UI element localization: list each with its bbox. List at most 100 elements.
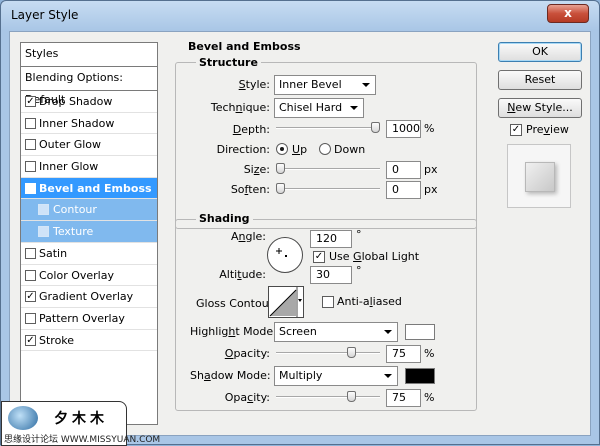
shadow-mode-label: Shadow Mode: — [190, 369, 271, 382]
style-item-outer-glow[interactable]: Outer Glow — [21, 134, 157, 157]
style-item-gradient-overlay[interactable]: ✓ Gradient Overlay — [21, 286, 157, 308]
style-item-drop-shadow[interactable]: ✓ Drop Shadow — [21, 91, 157, 113]
size-slider-thumb[interactable] — [276, 163, 285, 174]
depth-slider[interactable] — [276, 122, 380, 133]
highlight-mode-value: Screen — [279, 325, 317, 338]
gloss-contour-picker[interactable] — [268, 286, 304, 318]
style-checkbox[interactable] — [25, 161, 36, 173]
style-checkbox[interactable]: ✓ — [25, 291, 36, 303]
shadow-opacity-input[interactable]: 75 — [386, 389, 421, 407]
new-style-button[interactable]: New Style... — [498, 98, 582, 118]
use-global-light-checkbox[interactable]: ✓ — [313, 251, 325, 263]
style-checkbox[interactable]: ✓ — [25, 182, 36, 194]
shading-title: Shading — [196, 212, 253, 225]
highlight-opacity-slider-thumb[interactable] — [347, 347, 356, 358]
technique-dropdown[interactable]: Chisel Hard — [274, 98, 364, 118]
style-checkbox[interactable] — [25, 139, 36, 151]
style-item-inner-shadow[interactable]: Inner Shadow — [21, 113, 157, 135]
style-dropdown[interactable]: Inner Bevel — [274, 75, 376, 95]
direction-down-radio[interactable] — [319, 143, 331, 155]
style-checkbox[interactable] — [25, 247, 36, 259]
anti-aliased-checkbox[interactable] — [322, 296, 334, 308]
direction-label: Direction: — [216, 143, 270, 156]
shadow-opacity-slider-thumb[interactable] — [347, 391, 356, 402]
style-item-label: Texture — [53, 225, 94, 239]
style-item-satin[interactable]: Satin — [21, 243, 157, 265]
watermark-badge: 夕木木 思缘设计论坛 WWW.MISSYUAN.COM — [1, 401, 160, 446]
reset-button[interactable]: Reset — [498, 70, 582, 90]
highlight-opacity-slider[interactable] — [276, 347, 380, 358]
soften-slider[interactable] — [276, 183, 380, 194]
layer-style-window: Layer Style x Styles Blending Options: D… — [0, 0, 600, 446]
highlight-mode-label: Highlight Mode: — [190, 325, 277, 338]
angle-input[interactable]: 120 — [310, 230, 352, 248]
watermark-brand: 夕木木 — [54, 411, 108, 427]
ok-button[interactable]: OK — [498, 42, 582, 62]
angle-dial[interactable] — [267, 237, 303, 273]
shadow-mode-dropdown[interactable]: Multiply — [274, 366, 398, 386]
highlight-color-swatch[interactable] — [405, 324, 435, 340]
highlight-mode-dropdown[interactable]: Screen — [274, 322, 398, 342]
style-item-label: Bevel and Emboss — [39, 181, 152, 195]
style-checkbox[interactable] — [25, 117, 36, 129]
size-input[interactable]: 0 — [386, 161, 421, 179]
style-checkbox[interactable] — [38, 226, 49, 238]
style-checkbox[interactable] — [38, 204, 49, 216]
style-items: ✓ Drop Shadow Inner Shadow Outer Glow Inner … — [21, 91, 157, 352]
shadow-mode-value: Multiply — [279, 369, 323, 382]
preview-label: Preview — [526, 123, 569, 136]
use-global-light-label: Use Global Light — [329, 250, 420, 263]
size-slider[interactable] — [276, 163, 380, 174]
shadow-opacity-slider[interactable] — [276, 391, 380, 402]
chevron-down-icon — [384, 374, 392, 378]
size-label: Size: — [243, 163, 270, 176]
direction-down-label: Down — [334, 143, 366, 156]
style-item-label: Pattern Overlay — [39, 311, 125, 325]
style-checkbox[interactable]: ✓ — [25, 96, 36, 107]
soften-slider-thumb[interactable] — [276, 183, 285, 194]
altitude-label: Altitude: — [219, 268, 266, 281]
style-item-label: Inner Shadow — [39, 116, 115, 130]
logo-icon — [8, 406, 38, 430]
soften-input[interactable]: 0 — [386, 181, 421, 199]
style-preview — [507, 144, 571, 208]
close-icon: x — [564, 6, 572, 20]
chevron-down-icon — [362, 83, 370, 87]
style-item-label: Drop Shadow — [39, 95, 113, 108]
style-item-bevel-and-emboss[interactable]: ✓ Bevel and Emboss — [21, 177, 157, 200]
depth-input[interactable]: 1000 — [386, 120, 421, 138]
highlight-opacity-input[interactable]: 75 — [386, 345, 421, 363]
style-value: Inner Bevel — [279, 78, 342, 91]
style-item-texture[interactable]: Texture — [21, 221, 157, 243]
altitude-unit: ° — [356, 264, 362, 277]
style-item-stroke[interactable]: ✓ Stroke — [21, 330, 157, 352]
close-button[interactable]: x — [547, 4, 589, 23]
chevron-down-icon — [350, 106, 358, 110]
direction-up-radio[interactable] — [276, 143, 288, 155]
angle-unit: ° — [356, 228, 362, 241]
soften-label: Soften: — [230, 183, 270, 196]
style-checkbox[interactable] — [25, 269, 36, 281]
style-checkbox[interactable]: ✓ — [25, 334, 36, 346]
watermark-url: 思缘设计论坛 WWW.MISSYUAN.COM — [4, 435, 161, 445]
preview-checkbox[interactable]: ✓ — [510, 124, 522, 136]
depth-slider-thumb[interactable] — [371, 122, 380, 133]
style-item-color-overlay[interactable]: Color Overlay — [21, 265, 157, 287]
style-checkbox[interactable] — [25, 312, 36, 324]
shadow-color-swatch[interactable] — [405, 368, 435, 384]
styles-header[interactable]: Styles — [21, 43, 157, 67]
soften-unit: px — [424, 183, 438, 196]
style-item-contour[interactable]: Contour — [21, 199, 157, 222]
style-item-label: Inner Glow — [39, 160, 99, 174]
section-title: Bevel and Emboss — [188, 40, 301, 53]
style-item-pattern-overlay[interactable]: Pattern Overlay — [21, 308, 157, 330]
technique-label: Technique: — [210, 101, 270, 114]
title-bar[interactable]: Layer Style x — [1, 1, 599, 31]
altitude-input[interactable]: 30 — [310, 266, 352, 284]
depth-unit: % — [424, 122, 435, 135]
anti-aliased-label: Anti-aliased — [337, 295, 402, 308]
style-item-label: Outer Glow — [39, 138, 102, 152]
style-item-label: Color Overlay — [39, 268, 114, 282]
style-item-inner-glow[interactable]: Inner Glow — [21, 156, 157, 178]
blending-options-item[interactable]: Blending Options: Default — [21, 67, 157, 106]
